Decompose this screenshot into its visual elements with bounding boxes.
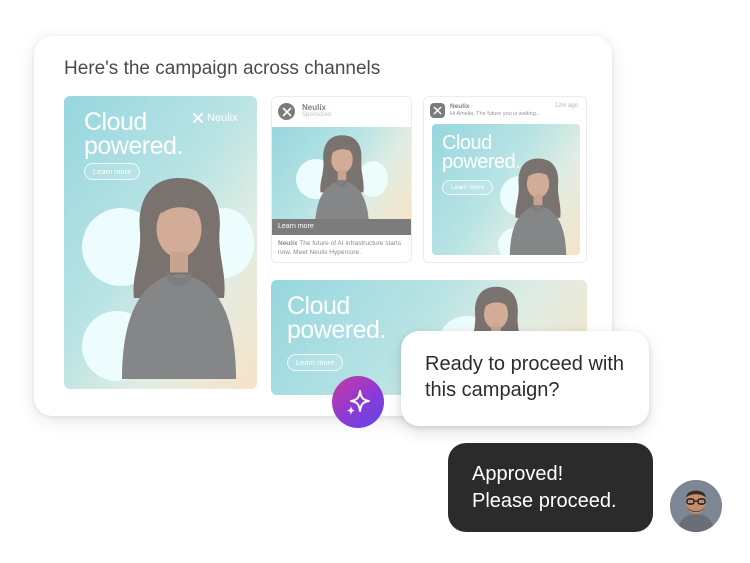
ad-brand-label: Neulix	[207, 112, 238, 124]
user-message-bubble: Approved! Please proceed.	[448, 443, 653, 532]
email-learn-more-button[interactable]: Learn more	[442, 180, 494, 195]
brand-avatar	[278, 103, 295, 120]
vertical-display-ad[interactable]: Cloud powered. Neulix Learn more	[64, 96, 257, 389]
ai-assistant-avatar	[332, 376, 384, 428]
banner-headline-line1: Cloud	[287, 292, 350, 320]
ad-headline-line2: powered.	[84, 132, 183, 160]
social-post-card[interactable]: Neulix Sponsored Learn more Neulix The f…	[271, 96, 412, 263]
banner-learn-more-button[interactable]: Learn more	[287, 354, 344, 371]
user-avatar	[670, 480, 722, 532]
email-preview: Hi Amelia, The future you is waiting...	[450, 111, 541, 117]
email-notification-card[interactable]: Neulix 12m ago Hi Amelia, The future you…	[423, 96, 587, 263]
brand-app-icon	[430, 103, 445, 118]
assistant-message-line2: this campaign?	[425, 379, 560, 401]
post-sponsored: Sponsored	[302, 112, 332, 118]
neulix-logo-icon	[282, 107, 292, 117]
neulix-logo-icon	[433, 106, 442, 115]
panel-title: Here's the campaign across channels	[64, 58, 381, 79]
ad-headline-line1: Cloud	[84, 108, 147, 136]
post-learn-more-bar[interactable]: Learn more	[272, 219, 411, 235]
model-photo	[104, 158, 254, 389]
email-ad-image: Cloud powered. Learn more	[432, 124, 580, 255]
sparkle-icon	[347, 390, 370, 415]
banner-headline-line2: powered.	[287, 316, 386, 344]
user-message-line1: Approved!	[472, 463, 564, 485]
email-sender: Neulix	[450, 103, 470, 110]
user-message-line2: Please proceed.	[472, 490, 617, 512]
assistant-message-bubble: Ready to proceed with this campaign?	[401, 331, 649, 426]
post-image	[272, 127, 411, 219]
user-photo	[670, 480, 722, 532]
ad-brand: Neulix	[192, 112, 238, 124]
email-time: 12m ago	[554, 103, 578, 109]
post-caption: Neulix The future of AI infrastructure s…	[278, 239, 408, 257]
model-photo	[306, 131, 378, 219]
neulix-logo-icon	[192, 112, 204, 124]
post-brand: Neulix	[302, 103, 327, 112]
model-photo	[494, 154, 580, 255]
caption-brand: Neulix	[278, 240, 298, 247]
assistant-message-line1: Ready to proceed with	[425, 353, 625, 375]
